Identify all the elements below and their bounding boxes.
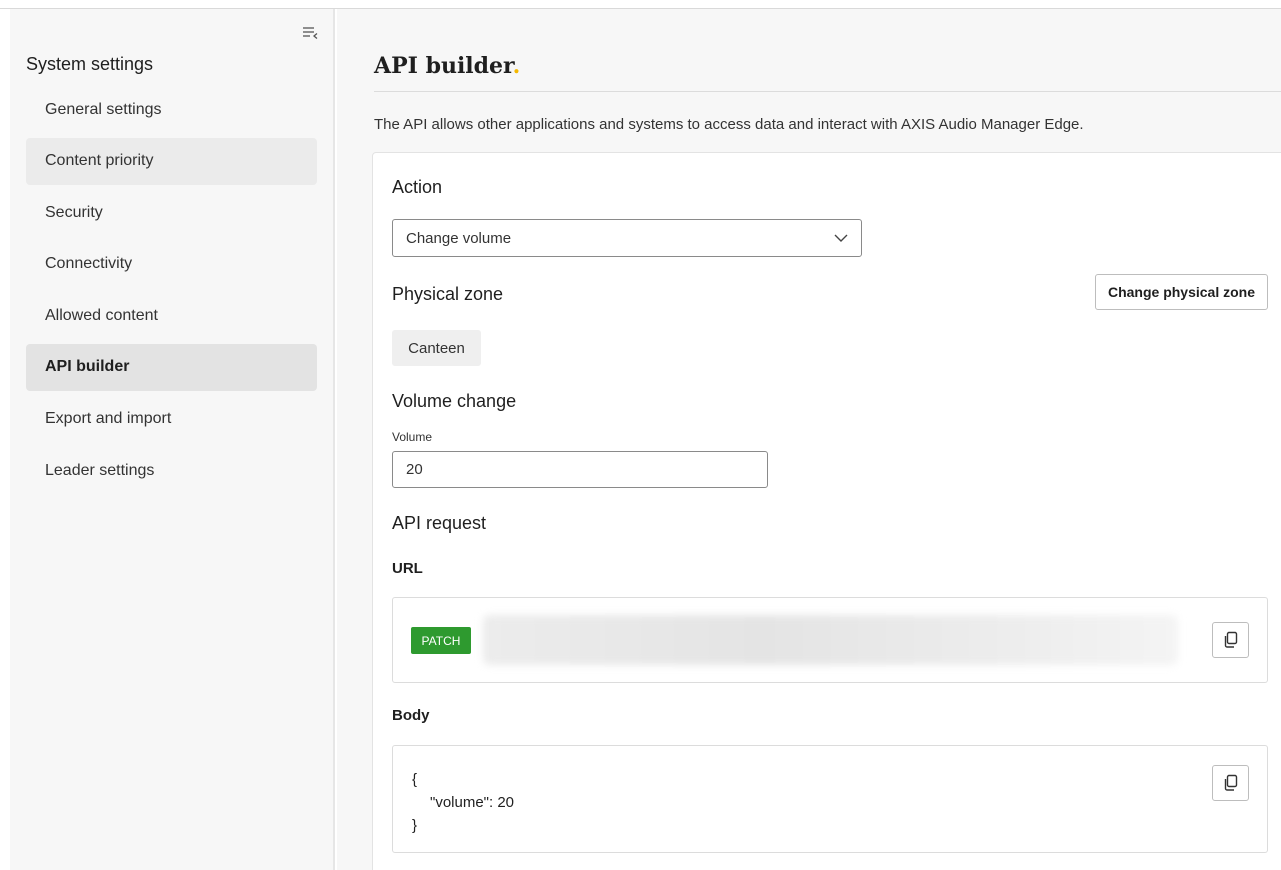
settings-nav: General settings Content priority Securi…	[26, 86, 317, 499]
action-select-value: Change volume	[406, 229, 512, 247]
request-body-json: { "volume": 20 }	[412, 768, 514, 837]
copy-url-button[interactable]	[1212, 622, 1249, 658]
sidebar-item-label: Leader settings	[45, 461, 155, 479]
sidebar-item-label: Export and import	[45, 410, 172, 428]
url-box: PATCH	[392, 597, 1268, 683]
page-title-text: API builder	[374, 53, 513, 79]
zone-chip: Canteen	[392, 330, 481, 366]
sidebar-item-security[interactable]: Security	[26, 189, 317, 236]
volume-change-heading: Volume change	[392, 391, 517, 411]
title-accent-dot: .	[512, 53, 521, 79]
http-method-badge: PATCH	[411, 627, 471, 654]
sidebar-item-label: General settings	[45, 100, 162, 118]
sidebar-item-label: API builder	[45, 358, 130, 376]
page-description: The API allows other applications and sy…	[374, 116, 1084, 133]
volume-input[interactable]	[392, 451, 768, 488]
sidebar-item-general-settings[interactable]: General settings	[26, 86, 317, 133]
sidebar-item-label: Allowed content	[45, 306, 158, 324]
json-open-brace: {	[412, 771, 418, 788]
sidebar-item-allowed-content[interactable]: Allowed content	[26, 292, 317, 339]
sidebar-item-connectivity[interactable]: Connectivity	[26, 241, 317, 288]
change-physical-zone-button[interactable]: Change physical zone	[1095, 274, 1268, 310]
api-builder-card: Action Change volume Physical zone Chang…	[372, 152, 1281, 870]
page-title: API builder.	[374, 53, 520, 79]
body-label: Body	[392, 707, 430, 724]
chevron-down-icon	[834, 234, 848, 242]
title-divider	[374, 91, 1281, 92]
json-volume-line: "volume": 20	[430, 794, 515, 811]
action-select[interactable]: Change volume	[392, 219, 862, 257]
main-content: API builder. The API allows other applic…	[337, 9, 1281, 870]
body-box: { "volume": 20 }	[392, 745, 1268, 853]
physical-zone-heading: Physical zone	[392, 284, 504, 304]
copy-icon	[1224, 774, 1237, 791]
volume-field-label: Volume	[392, 430, 433, 444]
copy-icon	[1224, 631, 1237, 648]
sidebar-title: System settings	[26, 54, 154, 74]
sidebar-item-leader-settings[interactable]: Leader settings	[26, 447, 317, 494]
collapse-sidebar-button[interactable]	[298, 23, 322, 43]
redacted-url	[483, 615, 1178, 665]
action-heading: Action	[392, 177, 443, 197]
sidebar-item-label: Content priority	[45, 152, 154, 170]
sidebar-item-api-builder[interactable]: API builder	[26, 343, 317, 391]
url-label: URL	[392, 560, 423, 577]
sidebar: System settings General settings Content…	[10, 9, 335, 870]
json-close-brace: }	[412, 817, 418, 834]
sidebar-item-label: Connectivity	[45, 255, 133, 273]
sidebar-item-label: Security	[45, 203, 103, 221]
api-request-heading: API request	[392, 513, 487, 533]
sidebar-item-content-priority[interactable]: Content priority	[26, 137, 317, 185]
collapse-menu-icon	[303, 27, 318, 39]
sidebar-item-export-and-import[interactable]: Export and import	[26, 396, 317, 443]
copy-body-button[interactable]	[1212, 765, 1249, 801]
